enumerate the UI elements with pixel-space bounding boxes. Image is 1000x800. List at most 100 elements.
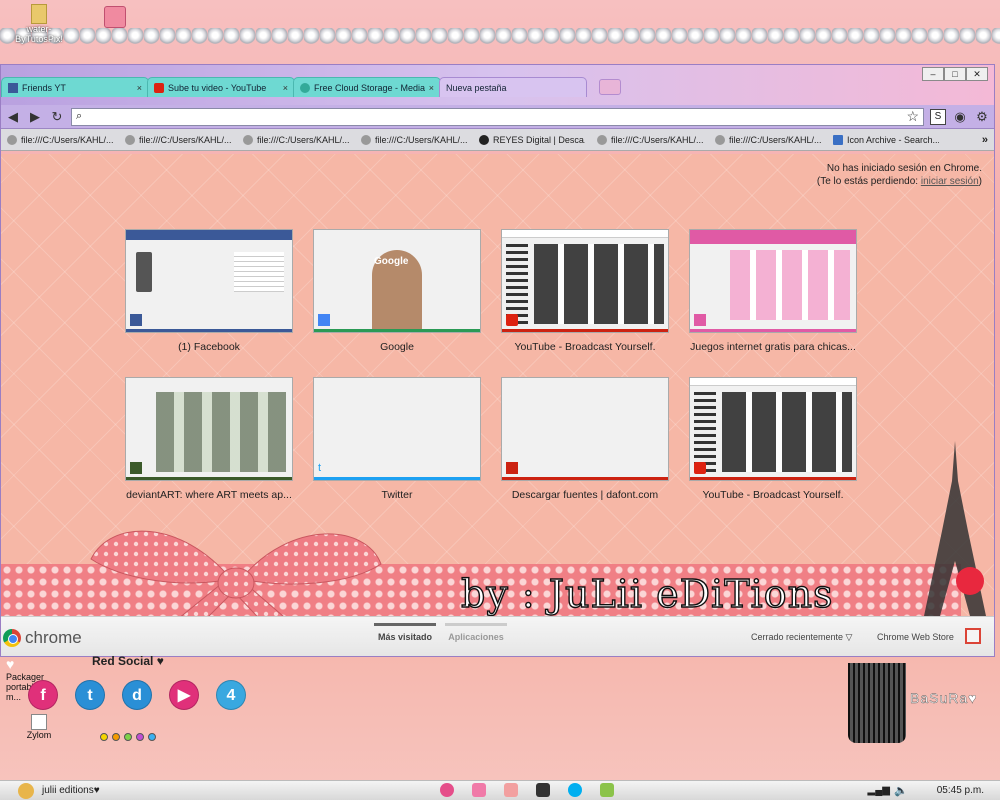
google-icon: [318, 314, 330, 326]
bookmark-star-icon[interactable]: ☆: [906, 108, 919, 125]
bookmark-item[interactable]: file:///C:/Users/KAHL/...: [715, 134, 821, 145]
dot-orange[interactable]: [112, 733, 120, 741]
heart-icon: ♥: [6, 656, 15, 672]
youtube-icon[interactable]: ▶: [169, 680, 199, 710]
juegos-icon: [694, 314, 706, 326]
dafont-icon: [506, 462, 518, 474]
zylom-shortcut[interactable]: Zylom: [24, 714, 54, 740]
pink-mail-icon[interactable]: [104, 6, 126, 28]
thumbnail-juegos[interactable]: Juegos internet gratis para chicas...: [689, 229, 857, 353]
forward-button[interactable]: ▶: [27, 109, 43, 125]
back-button[interactable]: ◀: [5, 109, 21, 125]
globe-icon: [7, 134, 17, 145]
pink-window-icon[interactable]: [504, 783, 518, 797]
bookmark-item[interactable]: REYES Digital | Desca...: [479, 134, 585, 145]
globe-icon: [597, 134, 607, 145]
recently-closed-menu[interactable]: Cerrado recientemente ▽: [751, 632, 852, 643]
bookmarks-overflow-button[interactable]: »: [982, 134, 988, 146]
tab-mediafire[interactable]: Free Cloud Storage - MediaFi ×: [293, 77, 441, 97]
thumbnail-label: Twitter: [381, 489, 413, 501]
desktop-shortcut[interactable]: water-ByTutosPix!: [4, 4, 74, 44]
globe-icon: [125, 134, 135, 145]
web-store-icon[interactable]: [965, 628, 981, 644]
thumbnail-deviantart[interactable]: deviantART: where ART meets ap...: [125, 377, 293, 501]
thumbnail-dafont[interactable]: Descargar fuentes | dafont.com: [501, 377, 669, 501]
signin-text: No has iniciado sesión en Chrome.: [826, 163, 982, 174]
toolbar: ◀ ▶ ↻ ⌕ ☆ S ◉ ⚙: [1, 105, 994, 129]
youtube-icon: [154, 82, 164, 93]
tab-apps[interactable]: Aplicaciones: [443, 623, 509, 642]
close-icon[interactable]: ×: [429, 83, 434, 93]
facebook-icon: [8, 82, 18, 93]
extension-round-icon[interactable]: ◉: [952, 109, 968, 125]
network-icon[interactable]: ▂▄▆: [868, 785, 890, 796]
bookmark-item[interactable]: Icon Archive - Search...: [833, 134, 939, 145]
bookmark-label: file:///C:/Users/KAHL/...: [139, 134, 231, 145]
star-icon: [833, 134, 843, 145]
twitter-icon[interactable]: t: [75, 680, 105, 710]
watermark-text: by : JuLii eDiTions: [460, 571, 834, 616]
dot-purple[interactable]: [136, 733, 144, 741]
green-app-icon[interactable]: [600, 783, 614, 797]
ribbon-bow: [90, 530, 382, 616]
web-store-link[interactable]: Chrome Web Store: [877, 632, 954, 642]
tab-friends-yt[interactable]: Friends YT ×: [1, 77, 149, 97]
bookmark-item[interactable]: file:///C:/Users/KAHL/...: [125, 134, 231, 145]
volume-icon[interactable]: 🔈: [894, 784, 908, 797]
foursquare-icon[interactable]: 4: [216, 680, 246, 710]
thumbnail-youtube[interactable]: YouTube - Broadcast Yourself.: [501, 229, 669, 353]
maximize-button[interactable]: □: [944, 67, 966, 81]
thumbnail-twitter[interactable]: t Twitter: [313, 377, 481, 501]
thumbnail-youtube-2[interactable]: YouTube - Broadcast Yourself.: [689, 377, 857, 501]
close-icon[interactable]: ×: [137, 83, 142, 93]
thumbnail-label: deviantART: where ART meets ap...: [126, 489, 292, 501]
close-window-button[interactable]: ✕: [966, 67, 988, 81]
tab-label: Free Cloud Storage - MediaFi: [314, 82, 425, 93]
tab-label: Friends YT: [22, 82, 66, 93]
thumbnail-image: [501, 377, 669, 481]
bookmark-item[interactable]: file:///C:/Users/KAHL/...: [7, 134, 113, 145]
thumbnail-facebook[interactable]: (1) Facebook: [125, 229, 293, 353]
thumbnail-image: [689, 377, 857, 481]
new-tab-button[interactable]: [599, 79, 621, 95]
address-input[interactable]: [88, 110, 901, 123]
deviantart-icon[interactable]: d: [122, 680, 152, 710]
thumbnail-google[interactable]: Google Google: [313, 229, 481, 353]
trash-can-icon[interactable]: [848, 663, 906, 743]
tab-youtube-upload[interactable]: Sube tu video - YouTube ×: [147, 77, 295, 97]
signin-link[interactable]: iniciar sesión: [921, 176, 979, 187]
tab-most-visited[interactable]: Más visitado: [372, 623, 438, 642]
taskbar-task[interactable]: julii editions♥: [42, 785, 100, 796]
thumbnail-image: [501, 229, 669, 333]
thumbnail-label: YouTube - Broadcast Yourself.: [702, 489, 844, 501]
mediafire-icon: [300, 82, 310, 93]
chrome-icon: [3, 629, 21, 647]
thumbnail-label: YouTube - Broadcast Yourself.: [514, 341, 656, 353]
pink-app-icon[interactable]: [440, 783, 454, 797]
clock[interactable]: 05:45 p.m.: [937, 785, 984, 796]
dot-green[interactable]: [124, 733, 132, 741]
facebook-icon[interactable]: f: [28, 680, 58, 710]
pooh-start-icon[interactable]: [18, 782, 34, 799]
eiffel-tower-decoration: [924, 441, 986, 616]
bookmark-item[interactable]: file:///C:/Users/KAHL/...: [361, 134, 467, 145]
minimize-button[interactable]: –: [922, 67, 944, 81]
close-icon[interactable]: ×: [283, 83, 288, 93]
bookmark-item[interactable]: file:///C:/Users/KAHL/...: [243, 134, 349, 145]
wrench-icon[interactable]: ⚙: [974, 109, 990, 125]
reload-button[interactable]: ↻: [49, 109, 65, 125]
signin-text-suffix: ): [978, 176, 982, 187]
omnibox[interactable]: ⌕ ☆: [71, 107, 924, 126]
bookmark-label: Icon Archive - Search...: [847, 134, 939, 145]
extension-icon[interactable]: S: [930, 108, 946, 125]
dark-app-icon[interactable]: [536, 783, 550, 797]
dot-blue[interactable]: [148, 733, 156, 741]
thumbnail-label: Descargar fuentes | dafont.com: [511, 489, 659, 501]
bookmark-item[interactable]: file:///C:/Users/KAHL/...: [597, 134, 703, 145]
color-dots: [100, 733, 156, 741]
dot-yellow[interactable]: [100, 733, 108, 741]
bookmark-label: file:///C:/Users/KAHL/...: [729, 134, 821, 145]
skype-icon[interactable]: [568, 783, 582, 797]
tab-new-tab[interactable]: Nueva pestaña: [439, 77, 587, 97]
messenger-icon[interactable]: [472, 783, 486, 797]
